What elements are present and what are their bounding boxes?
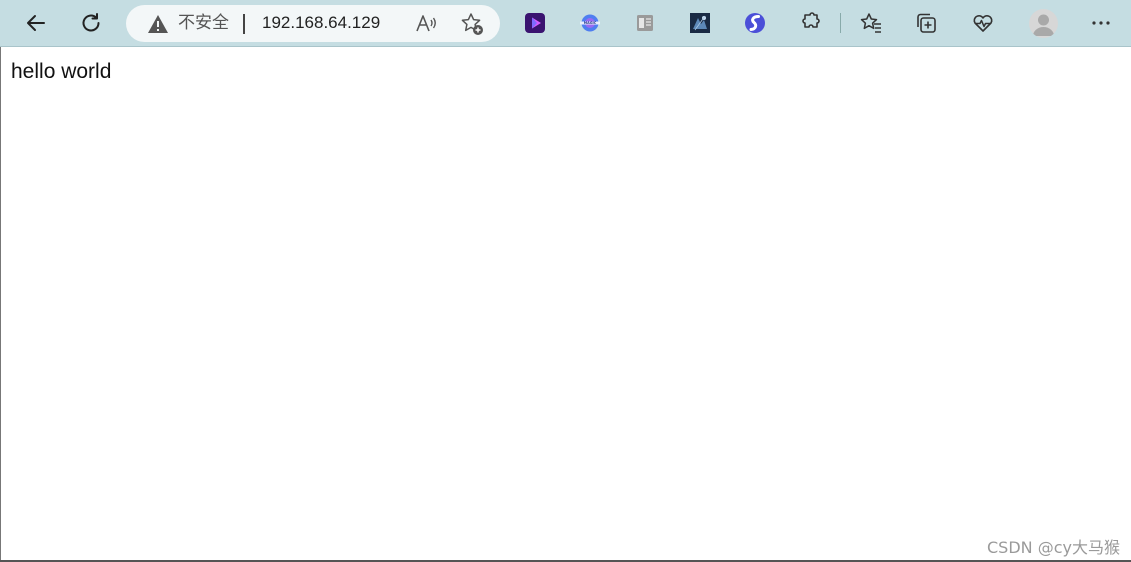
browser-toolbar: 不安全 192.168.64.129 MAGIC [0,0,1131,47]
extensions-puzzle-icon[interactable] [799,12,821,34]
page-content-text: hello world [11,60,112,83]
toolbar-divider [840,13,841,33]
security-status-text[interactable]: 不安全 [178,13,229,33]
window-left-border [0,47,1,562]
url-text[interactable]: 192.168.64.129 [262,13,380,33]
more-options-icon [1090,12,1112,34]
more-options-button[interactable] [1082,5,1120,41]
address-separator [243,14,245,34]
extension-purple-play-icon[interactable] [524,12,546,34]
extension-blue-s-icon[interactable] [744,12,766,34]
add-favorite-icon[interactable] [459,11,485,37]
profile-avatar[interactable] [1029,9,1058,38]
back-button[interactable] [17,5,55,41]
extension-magic-icon[interactable]: MAGIC [579,12,601,34]
refresh-icon [79,11,103,35]
address-bar[interactable]: 不安全 192.168.64.129 [126,5,500,42]
refresh-button[interactable] [72,5,110,41]
warning-icon[interactable] [147,14,169,34]
browser-essentials-icon[interactable] [972,12,994,34]
collections-icon[interactable] [915,12,937,34]
favorites-icon[interactable] [860,12,882,34]
read-aloud-icon[interactable] [414,12,438,36]
watermark-text: CSDN @cy大马猴 [987,538,1120,557]
back-arrow-icon [24,11,48,35]
extension-dark-image-icon[interactable] [689,12,711,34]
svg-text:MAGIC: MAGIC [584,21,597,25]
extension-reader-icon[interactable] [634,12,656,34]
